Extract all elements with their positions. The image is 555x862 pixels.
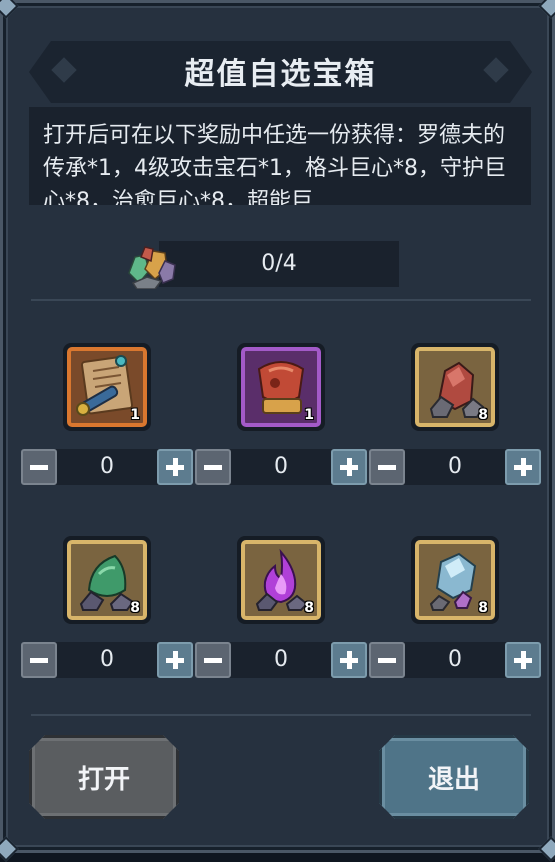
- item-count: 8: [478, 600, 488, 616]
- item-frame[interactable]: 1: [237, 343, 325, 431]
- chest-dialog: 超值自选宝箱 打开后可在以下奖励中任选一份获得：罗德夫的传承*1，4级攻击宝石*…: [0, 0, 555, 862]
- corner-ornament: [0, 836, 19, 862]
- decrease-button[interactable]: [21, 449, 57, 485]
- increase-button[interactable]: [331, 642, 367, 678]
- item-count: 1: [304, 407, 314, 423]
- increase-button[interactable]: [157, 642, 193, 678]
- gem-pile-icon: [128, 246, 176, 289]
- quantity-value: 0: [274, 647, 288, 672]
- open-button[interactable]: 打开: [29, 735, 179, 819]
- item-frame[interactable]: 8: [411, 536, 499, 624]
- dialog-title: 超值自选宝箱: [184, 57, 377, 92]
- item-icon-box: 1: [67, 347, 147, 427]
- progress-text: 0/4: [261, 251, 297, 276]
- reward-slot: 8 0: [21, 536, 193, 686]
- item-icon-box: 1: [241, 347, 321, 427]
- decrease-button[interactable]: [369, 449, 405, 485]
- item-frame[interactable]: 1: [63, 343, 151, 431]
- minus-icon: [378, 658, 396, 663]
- decrease-button[interactable]: [195, 449, 231, 485]
- decrease-button[interactable]: [195, 642, 231, 678]
- item-frame[interactable]: 8: [237, 536, 325, 624]
- divider: [31, 299, 531, 301]
- item-icon-box: 8: [415, 540, 495, 620]
- minus-icon: [204, 658, 222, 663]
- quantity-stepper: 0: [369, 449, 541, 485]
- corner-ornament: [538, 0, 555, 19]
- quantity-stepper: 0: [195, 449, 367, 485]
- quantity-value: 0: [274, 454, 288, 479]
- item-icon-box: 8: [67, 540, 147, 620]
- item-icon-box: 8: [415, 347, 495, 427]
- corner-ornament: [0, 0, 19, 19]
- increase-button[interactable]: [505, 449, 541, 485]
- item-icon-box: 8: [241, 540, 321, 620]
- item-count: 8: [304, 600, 314, 616]
- quantity-stepper: 0: [195, 642, 367, 678]
- selection-progress: 0/4: [125, 241, 401, 289]
- reward-slot: 8 0: [369, 343, 541, 493]
- corner-ornament: [538, 836, 555, 862]
- increase-button[interactable]: [505, 642, 541, 678]
- item-count: 8: [130, 600, 140, 616]
- quantity-stepper: 0: [21, 449, 193, 485]
- decrease-button[interactable]: [21, 642, 57, 678]
- reward-slot: 8 0: [195, 536, 367, 686]
- reward-slot: 1 0: [195, 343, 367, 493]
- increase-button[interactable]: [157, 449, 193, 485]
- reward-slot: 8 0: [369, 536, 541, 686]
- item-count: 8: [478, 407, 488, 423]
- minus-icon: [378, 465, 396, 470]
- quantity-value: 0: [448, 454, 462, 479]
- exit-button[interactable]: 退出: [379, 735, 529, 819]
- quantity-value: 0: [100, 647, 114, 672]
- item-frame[interactable]: 8: [411, 343, 499, 431]
- minus-icon: [30, 465, 48, 470]
- minus-icon: [204, 465, 222, 470]
- increase-button[interactable]: [331, 449, 367, 485]
- item-count: 1: [130, 407, 140, 423]
- reward-description[interactable]: 打开后可在以下奖励中任选一份获得：罗德夫的传承*1，4级攻击宝石*1，格斗巨心*…: [29, 107, 531, 205]
- reward-slot: 1 0: [21, 343, 193, 493]
- quantity-stepper: 0: [369, 642, 541, 678]
- quantity-value: 0: [448, 647, 462, 672]
- divider: [31, 714, 531, 716]
- quantity-value: 0: [100, 454, 114, 479]
- minus-icon: [30, 658, 48, 663]
- quantity-stepper: 0: [21, 642, 193, 678]
- decrease-button[interactable]: [369, 642, 405, 678]
- item-frame[interactable]: 8: [63, 536, 151, 624]
